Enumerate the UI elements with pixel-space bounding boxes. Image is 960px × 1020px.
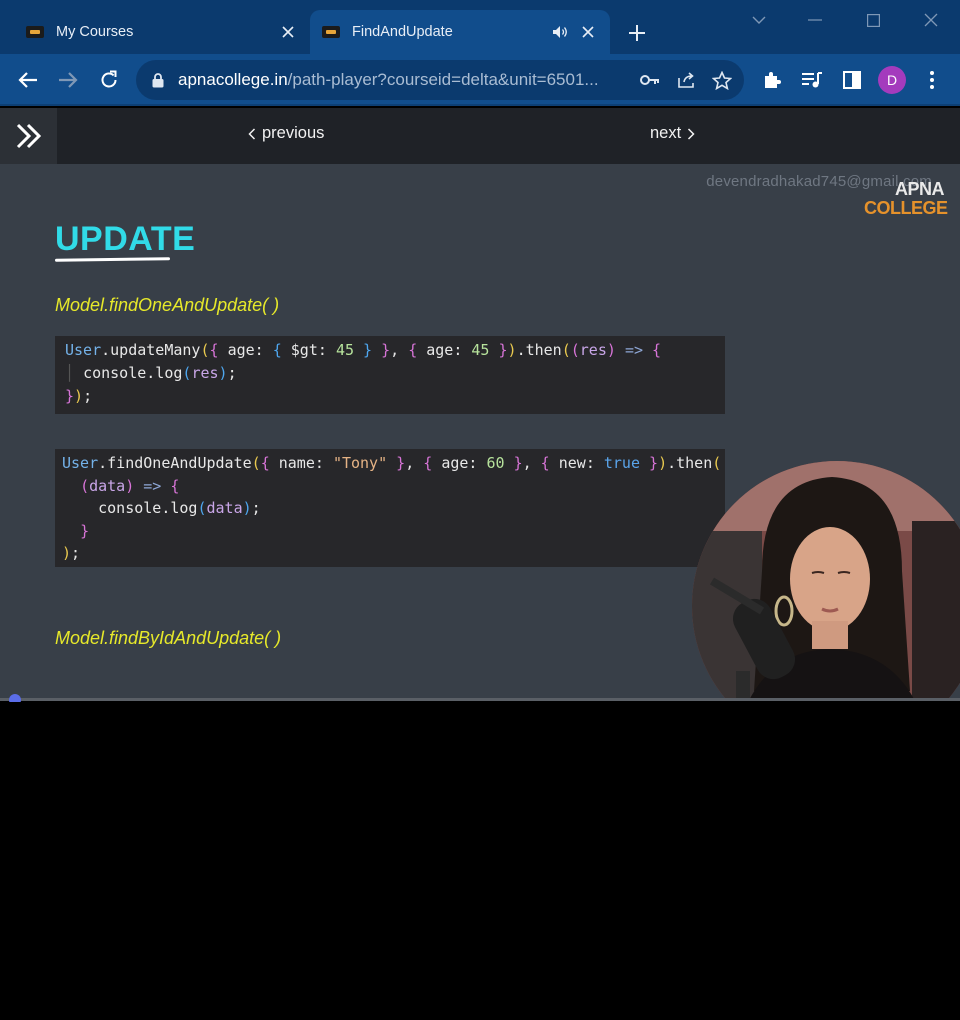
tab-my-courses[interactable]: My Courses (14, 10, 310, 54)
extensions-puzzle-icon[interactable] (758, 66, 786, 94)
speaker-icon[interactable] (550, 22, 570, 42)
sidebar-toggle-button[interactable] (0, 108, 57, 164)
double-chevron-right-icon (16, 123, 41, 149)
code-token: .then (516, 341, 562, 359)
code-token: User (62, 454, 99, 472)
instructor-illustration (692, 461, 960, 700)
chevron-right-icon (688, 127, 695, 140)
share-icon[interactable] (672, 66, 700, 94)
apna-college-favicon-icon (26, 26, 44, 38)
url-host: apnacollege.in (178, 70, 288, 89)
new-tab-plus-icon[interactable] (624, 20, 650, 46)
back-arrow-icon[interactable] (14, 66, 42, 94)
lock-icon[interactable] (150, 72, 166, 88)
player-navigation-bar: previous next (0, 108, 960, 164)
code-token: $gt (290, 341, 318, 359)
code-token: .findOneAndUpdate (98, 454, 252, 472)
tab-search-chevron-icon[interactable] (746, 8, 772, 32)
code-token: 45 (471, 341, 490, 359)
code-token: 60 (486, 454, 505, 472)
profile-avatar[interactable]: D (878, 66, 906, 94)
code-token: res (191, 364, 219, 382)
apna-college-favicon-icon (322, 26, 340, 38)
code-token: res (579, 341, 607, 359)
code-token: data (206, 499, 243, 517)
previous-button[interactable]: previous (248, 124, 324, 143)
code-token: console (83, 364, 147, 382)
next-button[interactable]: next (650, 124, 695, 143)
minimize-icon[interactable] (802, 8, 828, 32)
tab-title: My Courses (56, 24, 134, 40)
tab-find-and-update[interactable]: FindAndUpdate (310, 10, 610, 54)
url-text[interactable]: apnacollege.in/path-player?courseid=delt… (178, 70, 636, 90)
video-letterbox (0, 702, 960, 1020)
password-key-icon[interactable] (636, 66, 664, 94)
media-playlist-icon[interactable] (798, 66, 826, 94)
code-token: .then (667, 454, 713, 472)
bookmark-star-icon[interactable] (708, 66, 736, 94)
code-token: true (603, 454, 640, 472)
title-underline (54, 257, 171, 262)
chevron-left-icon (248, 127, 256, 140)
kebab-menu-icon[interactable] (918, 66, 946, 94)
method-heading-find-by-id-and-update: Model.findByIdAndUpdate( ) (55, 628, 282, 648)
reload-icon[interactable] (95, 66, 123, 94)
slide-title: UPDATE (55, 220, 196, 258)
browser-toolbar: apnacollege.in/path-player?courseid=delt… (0, 54, 960, 106)
url-path: /path-player?courseid=delta&unit=6501... (287, 70, 599, 89)
close-icon[interactable] (578, 22, 598, 42)
code-token: .log (146, 364, 183, 382)
maximize-icon[interactable] (860, 8, 886, 32)
forward-arrow-icon[interactable] (54, 66, 82, 94)
method-heading-find-one-and-update: Model.findOneAndUpdate( ) (55, 295, 280, 315)
code-token: "Tony" (332, 454, 388, 472)
instructor-webcam (692, 461, 960, 700)
code-token: age (441, 454, 469, 472)
apna-college-logo: APNA COLLEGE (864, 179, 948, 218)
code-token: age (227, 341, 255, 359)
browser-tab-strip: My Courses FindAndUpdate (0, 0, 960, 54)
code-block-find-one-and-update: User.findOneAndUpdate({ name: "Tony" }, … (55, 449, 725, 567)
side-panel-icon[interactable] (838, 66, 866, 94)
tab-title: FindAndUpdate (352, 24, 453, 40)
code-token: User (65, 341, 102, 359)
logo-line-2: COLLEGE (864, 198, 948, 218)
video-player[interactable]: devendradhakad745@gmail.com APNA COLLEGE… (0, 164, 960, 700)
next-label: next (650, 124, 682, 142)
code-token: .updateMany (101, 341, 201, 359)
video-progress-track[interactable] (0, 698, 960, 701)
code-token: .log (161, 499, 198, 517)
code-block-update-many: User.updateMany({ age: { $gt: 45 } }, { … (55, 336, 725, 414)
code-token: console (98, 499, 162, 517)
window-close-icon[interactable] (918, 8, 944, 32)
code-token: age (426, 341, 454, 359)
logo-line-1: APNA (894, 179, 945, 199)
previous-label: previous (262, 124, 325, 142)
code-token: 45 (335, 341, 354, 359)
code-token: name (278, 454, 315, 472)
address-bar[interactable]: apnacollege.in/path-player?courseid=delt… (136, 60, 744, 100)
code-token: data (89, 476, 126, 495)
close-icon[interactable] (278, 22, 298, 42)
code-token: new (558, 454, 586, 472)
